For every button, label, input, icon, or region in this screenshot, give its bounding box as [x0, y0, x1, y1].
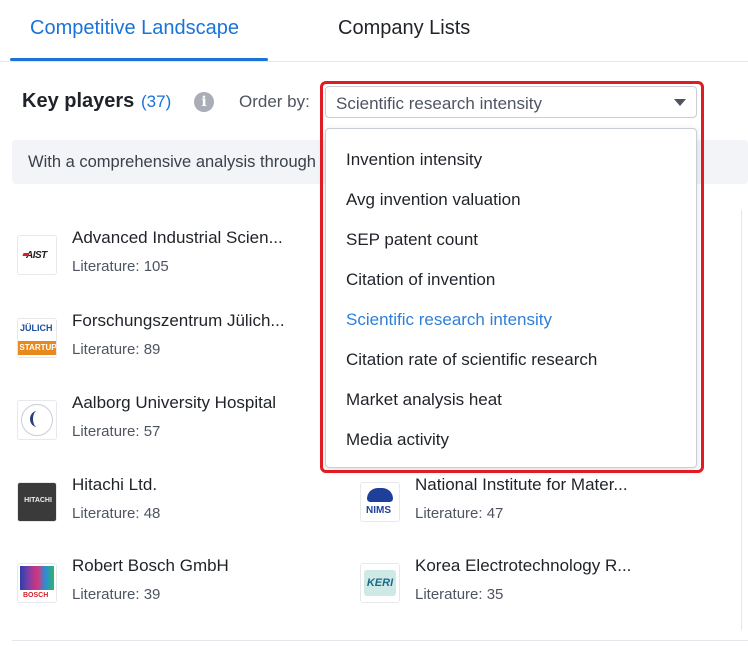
player-name[interactable]: Forschungszentrum Jülich... [72, 311, 285, 331]
list-item[interactable]: KERI Korea Electrotechnology R... Litera… [360, 563, 660, 623]
menu-item-invention-intensity[interactable]: Invention intensity [346, 150, 482, 170]
player-literature-count: Literature: 57 [72, 423, 160, 440]
order-by-selected-value: Scientific research intensity [336, 94, 542, 114]
list-item[interactable]: HITACHI Hitachi Ltd. Literature: 48 [17, 482, 317, 542]
caret-down-icon [674, 99, 686, 106]
player-literature-count: Literature: 89 [72, 341, 160, 358]
list-item[interactable]: AIST Advanced Industrial Scien... Litera… [17, 235, 317, 295]
menu-item-citation-of-invention[interactable]: Citation of invention [346, 270, 495, 290]
player-literature-count: Literature: 47 [415, 505, 503, 522]
order-by-select[interactable]: Scientific research intensity [325, 86, 697, 118]
aist-logo-text: AIST [26, 250, 47, 261]
list-item[interactable]: BOSCH Robert Bosch GmbH Literature: 39 [17, 563, 317, 623]
active-tab-indicator [10, 58, 268, 61]
player-literature-count: Literature: 105 [72, 258, 169, 275]
key-players-count: (37) [141, 92, 171, 112]
keri-logo-text: KERI [364, 570, 396, 596]
player-literature-count: Literature: 39 [72, 586, 160, 603]
menu-item-sep-patent-count[interactable]: SEP patent count [346, 230, 478, 250]
bosch-logo: BOSCH [17, 563, 57, 603]
nims-logo: NIMS [360, 482, 400, 522]
list-item[interactable]: JÜLICH STARTUP Forschungszentrum Jülich.… [17, 318, 317, 378]
hitachi-logo: HITACHI [17, 482, 57, 522]
menu-item-market-analysis-heat[interactable]: Market analysis heat [346, 390, 502, 410]
keri-logo: KERI [360, 563, 400, 603]
order-by-label: Order by: [239, 92, 310, 112]
player-name[interactable]: Korea Electrotechnology R... [415, 556, 631, 576]
list-item[interactable]: NIMS National Institute for Mater... Lit… [360, 482, 660, 542]
info-icon[interactable]: i [194, 92, 214, 112]
tab-company-lists[interactable]: Company Lists [338, 17, 470, 40]
tab-competitive-landscape[interactable]: Competitive Landscape [30, 17, 239, 40]
julich-logo-subtext: STARTUP [18, 341, 57, 355]
aist-logo: AIST [17, 235, 57, 275]
julich-logo-text: JÜLICH [20, 323, 53, 333]
menu-item-media-activity[interactable]: Media activity [346, 430, 449, 450]
divider [12, 640, 748, 641]
scrollbar-track[interactable] [741, 210, 742, 630]
hitachi-logo-text: HITACHI [18, 483, 57, 522]
player-literature-count: Literature: 48 [72, 505, 160, 522]
description-text: With a comprehensive analysis through [28, 153, 328, 172]
player-name[interactable]: National Institute for Mater... [415, 475, 628, 495]
player-literature-count: Literature: 35 [415, 586, 503, 603]
julich-logo: JÜLICH STARTUP [17, 318, 57, 358]
player-name[interactable]: Robert Bosch GmbH [72, 556, 229, 576]
bosch-logo-text: BOSCH [23, 592, 48, 599]
key-players-title: Key players [22, 90, 134, 113]
player-name[interactable]: Aalborg University Hospital [72, 393, 276, 413]
menu-item-scientific-research-intensity[interactable]: Scientific research intensity [346, 310, 552, 330]
order-by-dropdown-menu: Invention intensity Avg invention valuat… [325, 128, 697, 468]
player-name[interactable]: Advanced Industrial Scien... [72, 228, 283, 248]
menu-item-avg-invention-valuation[interactable]: Avg invention valuation [346, 190, 521, 210]
aalborg-logo [17, 400, 57, 440]
list-item[interactable]: Aalborg University Hospital Literature: … [17, 400, 317, 460]
player-name[interactable]: Hitachi Ltd. [72, 475, 157, 495]
menu-item-citation-rate-of-scientific-research[interactable]: Citation rate of scientific research [346, 350, 597, 370]
tab-bar: Competitive Landscape Company Lists [0, 0, 748, 62]
nims-logo-text: NIMS [366, 505, 391, 516]
